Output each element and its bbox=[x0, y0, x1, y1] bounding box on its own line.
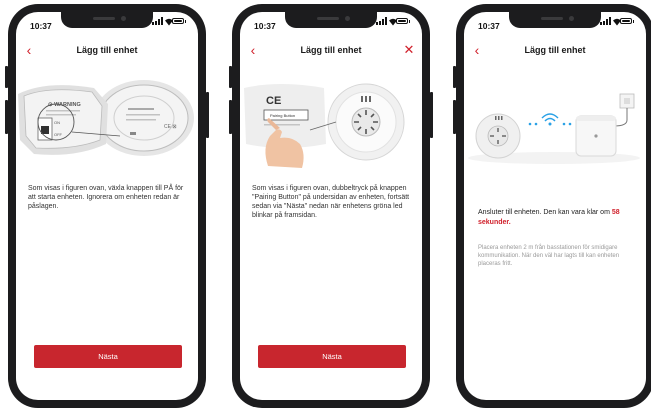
switch-label-on: ON bbox=[54, 120, 60, 125]
phone-screen-2: 10:37 ‹ Lägg till enhet ✕ CE Pairing But… bbox=[229, 4, 433, 408]
wifi-icon bbox=[528, 113, 572, 126]
page-title: Lägg till enhet bbox=[524, 45, 586, 55]
phone-screen-1: 10:37 ‹ Lägg till enhet CE ⊠ ⊙ WARNING O… bbox=[5, 4, 209, 408]
screen: 10:37 ‹ Lägg till enhet CE ⊠ ⊙ WARNING O… bbox=[16, 12, 198, 400]
phone-side-button bbox=[229, 66, 232, 88]
status-icons bbox=[152, 17, 186, 26]
connection-status: Ansluter till enheten. Den kan vara klar… bbox=[478, 208, 634, 227]
status-time: 10:37 bbox=[254, 21, 276, 31]
phone-side-button bbox=[5, 100, 8, 134]
instruction-text: Som visas i figuren ovan, växla knappen … bbox=[28, 185, 184, 210]
switch-label-off: OFF bbox=[54, 132, 63, 137]
connection-illustration bbox=[468, 93, 640, 164]
pairing-button-label: Pairing Button bbox=[270, 113, 295, 118]
close-icon[interactable]: ✕ bbox=[402, 43, 416, 58]
next-button[interactable]: Nästa bbox=[34, 345, 182, 368]
screen: 10:37 ‹ Lägg till enhet Ansluter till en… bbox=[464, 12, 646, 400]
status-icons bbox=[376, 17, 410, 26]
back-arrow-icon[interactable]: ‹ bbox=[246, 43, 260, 58]
battery-icon bbox=[620, 18, 632, 24]
instruction-text: Som visas i figuren ovan, dubbeltryck på… bbox=[252, 185, 410, 219]
page-title: Lägg till enhet bbox=[300, 45, 362, 55]
device-warning-label: ⊙ WARNING bbox=[48, 102, 81, 108]
status-bar: 10:37 bbox=[478, 16, 634, 31]
screen: 10:37 ‹ Lägg till enhet ✕ CE Pairing But… bbox=[240, 12, 422, 400]
cert-marks: CE bbox=[266, 95, 281, 107]
phone-side-button bbox=[206, 92, 209, 138]
phone-side-button bbox=[229, 100, 232, 134]
status-time: 10:37 bbox=[30, 21, 52, 31]
phone-side-button bbox=[5, 66, 8, 88]
phone-screen-3: 10:37 ‹ Lägg till enhet Ansluter till en… bbox=[453, 4, 651, 408]
status-bar: 10:37 bbox=[254, 16, 410, 31]
status-icons bbox=[600, 17, 634, 26]
battery-icon bbox=[172, 18, 184, 24]
placement-hint: Placera enheten 2 m från basstationen fö… bbox=[478, 245, 620, 267]
status-bar: 10:37 bbox=[30, 16, 186, 31]
status-time: 10:37 bbox=[478, 21, 500, 31]
battery-icon bbox=[396, 18, 408, 24]
phone-side-button bbox=[430, 92, 433, 138]
phone-side-button bbox=[453, 100, 456, 134]
nav-bar: ‹ Lägg till enhet bbox=[464, 43, 646, 60]
back-arrow-icon[interactable]: ‹ bbox=[22, 43, 36, 58]
nav-bar: ‹ Lägg till enhet bbox=[16, 43, 198, 60]
nav-bar: ‹ Lägg till enhet ✕ bbox=[240, 43, 422, 60]
status-text: Ansluter till enheten. Den kan vara klar… bbox=[478, 209, 610, 216]
next-button[interactable]: Nästa bbox=[258, 345, 406, 368]
phone-side-button bbox=[453, 66, 456, 88]
page-title: Lägg till enhet bbox=[76, 45, 138, 55]
pairing-button-illustration: CE Pairing Button bbox=[244, 83, 405, 168]
cert-marks: CE ⊠ bbox=[164, 124, 177, 130]
device-switch-illustration: CE ⊠ ⊙ WARNING ON OFF bbox=[18, 80, 194, 156]
back-arrow-icon[interactable]: ‹ bbox=[470, 43, 484, 58]
